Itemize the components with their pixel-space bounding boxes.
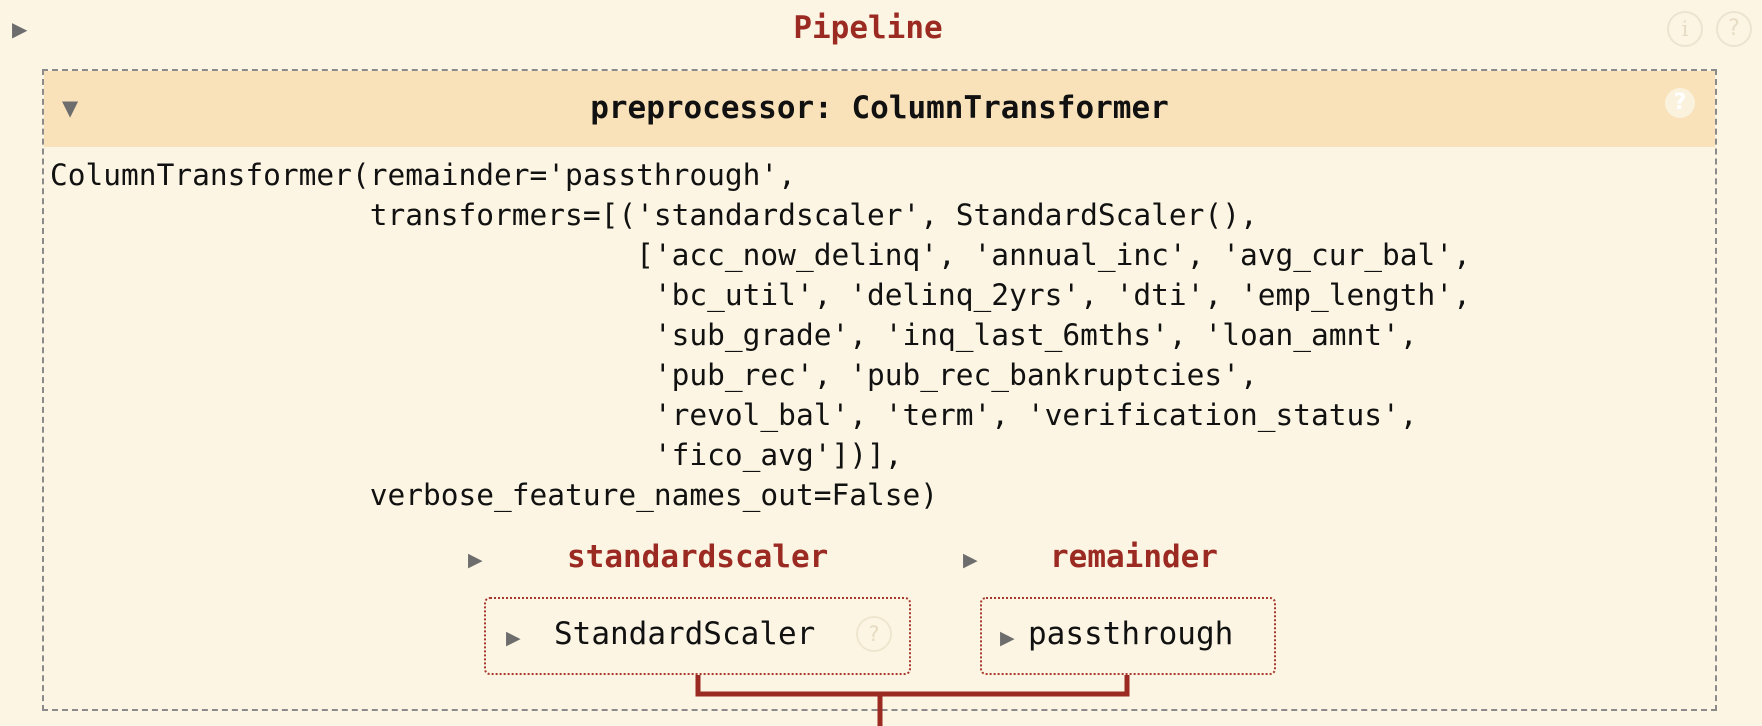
help-icon[interactable]: ? <box>1716 11 1752 47</box>
standardscaler-estimator-label[interactable]: StandardScaler <box>554 616 815 652</box>
standardscaler-expand-toggle[interactable]: ▶ <box>468 549 483 571</box>
column-transformer-repr: ColumnTransformer(remainder='passthrough… <box>50 155 1471 515</box>
column-transformer-title[interactable]: preprocessor: ColumnTransformer <box>44 90 1715 126</box>
remainder-branch-title[interactable]: remainder <box>1050 539 1218 575</box>
repr-line: ['acc_now_delinq', 'annual_inc', 'avg_cu… <box>50 238 1471 272</box>
repr-line: 'bc_util', 'delinq_2yrs', 'dti', 'emp_le… <box>50 278 1471 312</box>
repr-line: 'revol_bal', 'term', 'verification_statu… <box>50 398 1418 432</box>
standardscaler-help-icon[interactable]: ? <box>856 616 892 652</box>
pipeline-title[interactable]: Pipeline <box>0 10 1736 46</box>
info-icon[interactable]: i <box>1667 11 1703 47</box>
standardscaler-estimator-toggle[interactable]: ▶ <box>506 627 521 649</box>
remainder-expand-toggle[interactable]: ▶ <box>963 549 978 571</box>
repr-line: 'pub_rec', 'pub_rec_bankruptcies', <box>50 358 1258 392</box>
standardscaler-branch-title[interactable]: standardscaler <box>567 539 828 575</box>
repr-line: verbose_feature_names_out=False) <box>50 478 939 512</box>
passthrough-estimator-label[interactable]: passthrough <box>1028 616 1233 652</box>
repr-line: 'sub_grade', 'inq_last_6mths', 'loan_amn… <box>50 318 1418 352</box>
repr-line: 'fico_avg'])], <box>50 438 903 472</box>
repr-line: ColumnTransformer(remainder='passthrough… <box>50 158 796 192</box>
repr-line: transformers=[('standardscaler', Standar… <box>50 198 1258 232</box>
passthrough-estimator-toggle[interactable]: ▶ <box>1000 627 1015 649</box>
column-transformer-help-icon[interactable]: ? <box>1665 88 1695 118</box>
